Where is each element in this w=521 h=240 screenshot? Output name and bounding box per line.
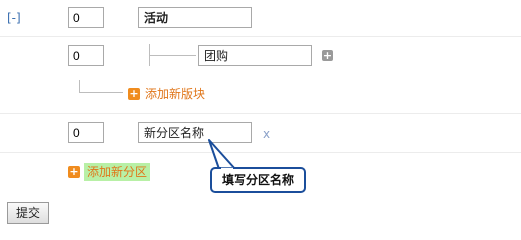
row-divider (0, 152, 521, 153)
add-section-link[interactable]: 添加新分区 (84, 163, 151, 181)
tree-connector (149, 55, 196, 56)
section-name-input[interactable] (138, 7, 252, 28)
row-divider (0, 36, 521, 37)
add-block-inline-icon[interactable]: + (322, 50, 333, 61)
new-section-order-input[interactable] (68, 122, 104, 143)
tree-connector (79, 92, 123, 93)
add-block-icon[interactable]: + (128, 88, 140, 100)
delete-section-icon[interactable]: x (263, 127, 270, 141)
block-order-input[interactable] (68, 45, 104, 66)
block-name-input[interactable] (198, 45, 312, 66)
add-section-icon[interactable]: + (68, 166, 80, 178)
submit-button[interactable]: 提交 (7, 202, 49, 224)
row-divider (0, 113, 521, 114)
add-block-link[interactable]: 添加新版块 (145, 86, 205, 102)
section-order-input[interactable] (68, 7, 104, 28)
collapse-toggle[interactable]: [-] (7, 10, 21, 26)
tooltip-pointer-cover (221, 167, 233, 171)
